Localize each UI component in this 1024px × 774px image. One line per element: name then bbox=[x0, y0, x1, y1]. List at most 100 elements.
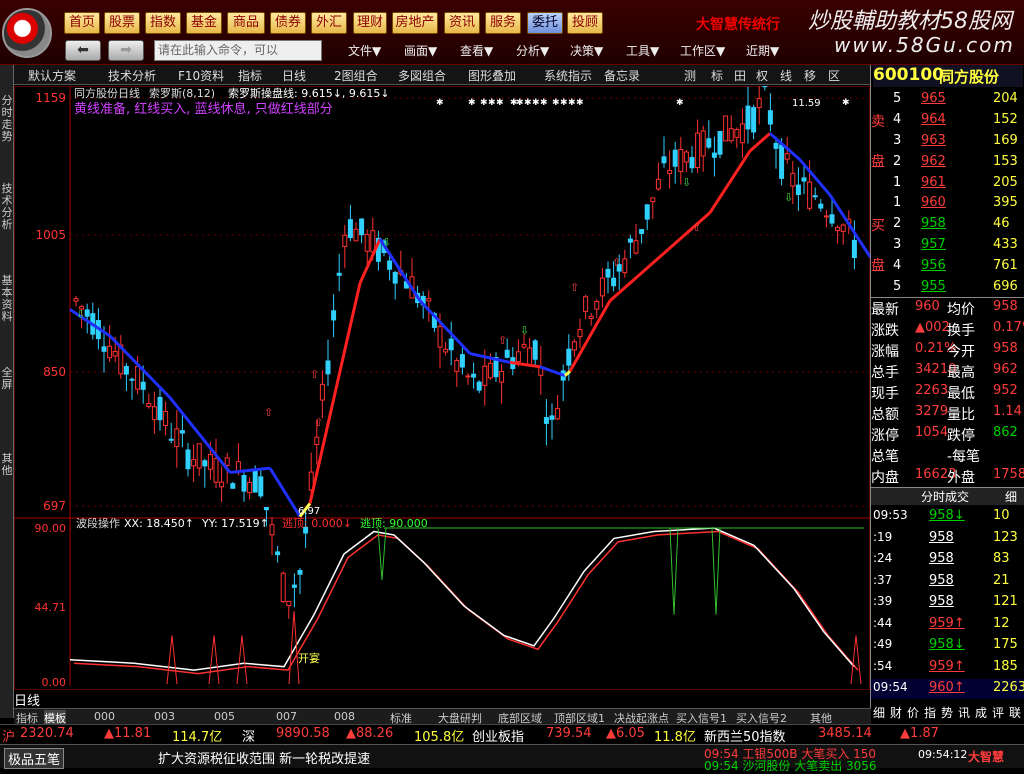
toolbar-item[interactable]: 技术分析 bbox=[108, 67, 156, 84]
toolbar-item[interactable]: 田 bbox=[734, 67, 746, 84]
alert-line2[interactable]: 09:54 沙河股份 大笔卖出 3056 bbox=[704, 757, 877, 774]
osc-axis-label: 0.00 bbox=[42, 676, 67, 689]
price-axis-label: 697 bbox=[43, 499, 66, 513]
stat-value2: 1.14 bbox=[993, 404, 1022, 419]
chart-header-text: 索罗斯(8,12) bbox=[149, 86, 215, 100]
menu-item[interactable]: 文件▼ bbox=[348, 42, 381, 59]
left-tab[interactable]: 全屏 bbox=[0, 367, 14, 391]
indicator-tab[interactable]: 005 bbox=[214, 710, 235, 723]
toolbar-item[interactable]: 图形叠加 bbox=[468, 67, 516, 84]
chart-header-text: 索罗斯操盘线: 9.615↓, 9.615↓ bbox=[228, 86, 390, 100]
quote-bottom-tab[interactable]: 财 bbox=[890, 704, 902, 721]
quote-bottom-tab[interactable]: 指 bbox=[924, 704, 936, 721]
toolbar-item[interactable]: 2图组合 bbox=[334, 67, 378, 84]
buy-price[interactable]: 957 bbox=[921, 237, 946, 252]
trade-price: 958↓ bbox=[929, 508, 965, 523]
indicator-tab[interactable]: 008 bbox=[334, 710, 355, 723]
toolbar-item[interactable]: 移 bbox=[804, 67, 816, 84]
quote-bottom-tab[interactable]: 成 bbox=[975, 704, 987, 721]
nav-button[interactable]: 指数 bbox=[145, 12, 181, 34]
buy-price[interactable]: 955 bbox=[921, 279, 946, 294]
nav-button[interactable]: 委托 bbox=[527, 12, 563, 34]
nav-button[interactable]: 理财 bbox=[353, 12, 387, 34]
nav-button[interactable]: 债券 bbox=[270, 12, 306, 34]
indicator-tab[interactable]: 003 bbox=[154, 710, 175, 723]
toolbar-item[interactable]: F10资料 bbox=[178, 67, 224, 84]
menu-item[interactable]: 画面▼ bbox=[404, 42, 437, 59]
candle-body bbox=[241, 475, 247, 492]
stat-label: 总笔 bbox=[871, 449, 899, 465]
status-brand: 大智慧 bbox=[968, 750, 1005, 764]
sell-level: 4 bbox=[893, 112, 902, 127]
toolbar-item[interactable]: 系统指示 bbox=[544, 67, 592, 84]
low-price-label: 6.97 bbox=[298, 506, 320, 517]
nav-button[interactable]: 基金 bbox=[186, 12, 222, 34]
sell-price[interactable]: 963 bbox=[921, 133, 946, 148]
quote-bottom-tab[interactable]: 讯 bbox=[958, 704, 970, 721]
quote-bottom-tab[interactable]: 势 bbox=[941, 704, 953, 721]
news-headline[interactable]: 扩大资源税征收范围 新一轮税改提速 bbox=[158, 748, 370, 767]
left-tab[interactable]: 其他 bbox=[0, 453, 14, 477]
sell-price[interactable]: 965 bbox=[921, 91, 946, 106]
buy-label2: 盘 bbox=[871, 258, 885, 274]
nav-button[interactable]: 股票 bbox=[104, 12, 140, 34]
menu-item[interactable]: 近期▼ bbox=[746, 42, 779, 59]
sell-price[interactable]: 961 bbox=[921, 175, 946, 190]
trade-price: 958↓ bbox=[929, 637, 965, 652]
left-tab[interactable]: 技术分析 bbox=[0, 183, 14, 231]
nav-button[interactable]: 房地产 bbox=[392, 12, 438, 34]
toolbar-item[interactable]: 指标 bbox=[238, 67, 262, 84]
menu-item[interactable]: 决策▼ bbox=[570, 42, 603, 59]
toolbar-item[interactable]: 多図组合 bbox=[398, 67, 446, 84]
strategy-note: 黄线准备, 红线买入, 蓝线休息, 只做红线部分 bbox=[74, 101, 333, 117]
nav-button[interactable]: 资讯 bbox=[444, 12, 480, 34]
indicator-tab[interactable]: 007 bbox=[276, 710, 297, 723]
candle-body bbox=[364, 234, 370, 252]
nav-button[interactable]: 投顾 bbox=[567, 12, 603, 34]
toolbar-item[interactable]: 标 bbox=[711, 67, 723, 84]
quote-bottom-tab[interactable]: 细 bbox=[873, 704, 885, 721]
buy-price[interactable]: 956 bbox=[921, 258, 946, 273]
command-input[interactable]: 请在此输入命令，可以 bbox=[154, 40, 322, 61]
quote-bottom-tab[interactable]: 评 bbox=[992, 704, 1004, 721]
left-tab[interactable]: 基本资料 bbox=[0, 275, 14, 323]
menu-item[interactable]: 查看▼ bbox=[460, 42, 493, 59]
nav-button[interactable]: 商品 bbox=[227, 12, 265, 34]
candle-body bbox=[583, 296, 589, 312]
buy-price[interactable]: 958 bbox=[921, 216, 946, 231]
candle-body bbox=[454, 359, 460, 372]
stat-value: ▲002 bbox=[915, 320, 950, 335]
nav-button[interactable]: 外汇 bbox=[311, 12, 347, 34]
nav-button[interactable]: 服务 bbox=[485, 12, 521, 34]
buy-price[interactable]: 960 bbox=[921, 195, 946, 210]
candle-body bbox=[191, 459, 197, 467]
candle-body bbox=[790, 172, 796, 187]
trades-detail-tab[interactable]: 细 bbox=[1005, 488, 1017, 505]
period-label[interactable]: 日线 bbox=[14, 690, 74, 709]
quote-bottom-tab[interactable]: 价 bbox=[907, 704, 919, 721]
menu-item[interactable]: 工具▼ bbox=[626, 42, 659, 59]
menu-item[interactable]: 工作区▼ bbox=[680, 42, 725, 59]
candle-body bbox=[515, 351, 521, 363]
kline-chart[interactable]: 1159 1005 850 697 同方股份日线 索罗斯(8,12) 索罗斯操盘线: 9.6… bbox=[13, 78, 911, 705]
forward-icon[interactable]: ➡ bbox=[108, 40, 144, 61]
toolbar-item[interactable]: 权 bbox=[756, 67, 768, 84]
toolbar-item[interactable]: 测 bbox=[684, 67, 696, 84]
toolbar-item[interactable]: 默认方案 bbox=[28, 67, 76, 84]
toolbar-item[interactable]: 备忘录 bbox=[604, 67, 640, 84]
left-tab[interactable]: 分时走势 bbox=[0, 95, 14, 143]
quote-bottom-tab[interactable]: 联 bbox=[1009, 704, 1021, 721]
indicator-tab[interactable]: 000 bbox=[94, 710, 115, 723]
toolbar-item[interactable]: 区 bbox=[828, 67, 840, 84]
back-icon[interactable]: ⬅ bbox=[65, 40, 101, 61]
trade-volume: 123 bbox=[993, 529, 1018, 545]
toolbar-item[interactable]: 日线 bbox=[282, 67, 306, 84]
sell-label: 卖 bbox=[871, 114, 885, 130]
menu-item[interactable]: 分析▼ bbox=[516, 42, 549, 59]
sell-price[interactable]: 962 bbox=[921, 154, 946, 169]
nav-button[interactable]: 首页 bbox=[64, 12, 100, 34]
trades-title[interactable]: 分时成交 bbox=[921, 488, 969, 505]
toolbar-item[interactable]: 线 bbox=[780, 67, 792, 84]
sell-price[interactable]: 964 bbox=[921, 112, 946, 127]
ime-indicator[interactable]: 极品五笔 bbox=[4, 748, 65, 769]
